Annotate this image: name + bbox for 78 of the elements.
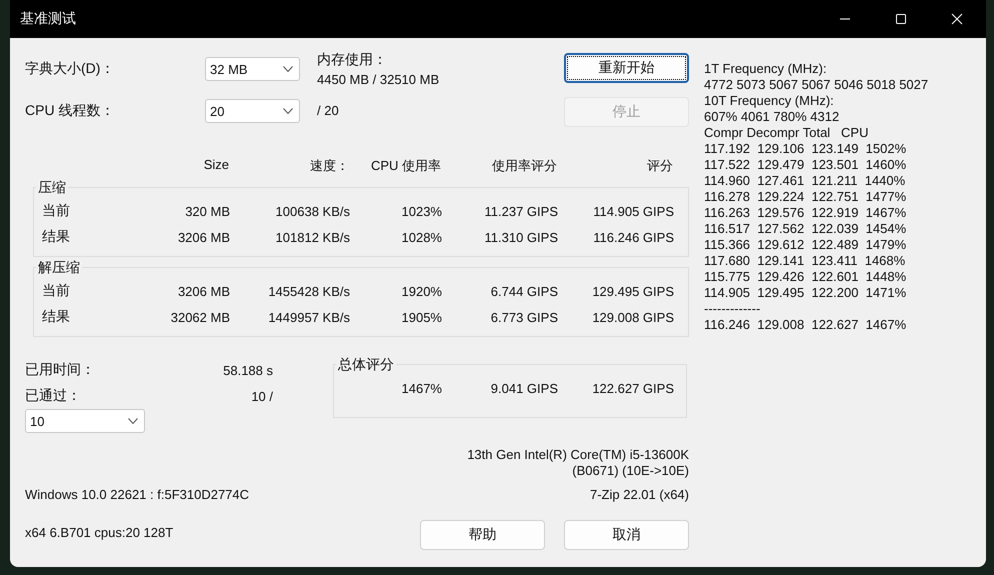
- dropdown[interactable]: 20: [205, 99, 300, 123]
- column-header: 使用率评分: [491, 157, 557, 175]
- log-line: 115.775 129.426 122.601 1448%: [704, 269, 908, 285]
- row-label: 结果: [41, 228, 71, 246]
- log-line: 114.905 129.495 122.200 1471%: [704, 285, 908, 301]
- dialog-button[interactable]: 帮助: [420, 520, 545, 550]
- log-line: 607% 4061 780% 4312: [704, 109, 840, 125]
- log-line: Compr Decompr Total CPU: [704, 125, 870, 141]
- memory-label: 内存使用：: [317, 51, 388, 69]
- system-info: Windows 10.0 22621 : f:5F310D2774C: [25, 487, 250, 502]
- column-header: 评分: [646, 157, 673, 175]
- dialog-button[interactable]: 取消: [564, 520, 689, 550]
- log-line: 1T Frequency (MHz):: [704, 61, 828, 77]
- log-line: 116.517 127.562 122.039 1454%: [704, 221, 908, 237]
- table-cell-text: 1449957 KB/s: [267, 310, 350, 324]
- table-cell-text: 3206 MB: [176, 284, 230, 298]
- window-title: 基准测试: [19, 10, 76, 28]
- setting-label: CPU 线程数：: [25, 101, 116, 120]
- table-cell-text: 1920%: [400, 284, 442, 298]
- column-header: 速度：: [309, 157, 349, 175]
- elapsed-label: 已用时间：: [25, 361, 95, 379]
- table-cell-text: 1905%: [400, 310, 442, 324]
- memory-value: 4450 MB / 32510 MB: [317, 72, 440, 87]
- table-cell-text: 101812 KB/s: [274, 230, 350, 244]
- table-cell-text: 1467%: [400, 381, 442, 396]
- threads-total: / 20: [317, 102, 339, 118]
- row-label: 当前: [41, 282, 71, 300]
- column-header: CPU 使用率: [370, 157, 441, 175]
- table-cell-text: 9.041 GIPS: [490, 381, 558, 396]
- dropdown[interactable]: 32 MB: [205, 57, 300, 81]
- setting-label: 字典大小(D)：: [25, 59, 116, 78]
- log-line: 4772 5073 5067 5067 5046 5018 5027: [704, 77, 928, 93]
- group-title: 解压缩: [36, 259, 82, 277]
- table-cell-text: 3206 MB: [176, 230, 230, 244]
- row-label: 结果: [41, 308, 71, 326]
- passes-label: 已通过：: [25, 387, 81, 405]
- table-cell-text: 100638 KB/s: [274, 204, 350, 218]
- version-info: 7-Zip 22.01 (x64): [590, 487, 689, 502]
- table-cell-text: 1023%: [400, 204, 442, 218]
- log-line: 117.680 129.141 123.411 1468%: [704, 253, 906, 269]
- log-line: 116.246 129.008 122.627 1467%: [704, 317, 908, 333]
- log-line: 117.522 129.479 123.501 1460%: [704, 157, 908, 173]
- row-label: 当前: [41, 202, 71, 220]
- table-cell-text: 114.905 GIPS: [592, 204, 674, 218]
- log-line: -------------: [704, 301, 762, 317]
- elapsed-value: 58.188 s: [223, 362, 273, 378]
- log-line: 117.192 129.106 123.149 1502%: [704, 141, 908, 157]
- table-cell-text: 129.495 GIPS: [591, 284, 674, 298]
- table-cell-text: 129.008 GIPS: [591, 310, 674, 324]
- column-header: Size: [202, 157, 229, 174]
- chevron-icon: [128, 418, 138, 424]
- log-line: 116.278 129.224 122.751 1477%: [704, 189, 908, 205]
- dropdown[interactable]: 10: [25, 409, 145, 433]
- table-cell-text: 320 MB: [184, 204, 230, 218]
- passes-value: 10 /: [251, 388, 273, 404]
- log-line: 115.366 129.612 122.489 1479%: [704, 237, 908, 253]
- chevron-icon: [283, 108, 293, 114]
- build-info: x64 6.B701 cpus:20 128T: [25, 524, 174, 540]
- action-button[interactable]: 重新开始: [564, 53, 689, 83]
- table-cell-text: 116.246 GIPS: [592, 230, 674, 244]
- table-cell-text: 11.310 GIPS: [484, 230, 558, 244]
- table-cell-text: 6.744 GIPS: [490, 284, 558, 298]
- chevron-icon: [283, 66, 293, 72]
- table-cell-text: 11.237 GIPS: [484, 204, 558, 218]
- close-icon[interactable]: [951, 13, 963, 25]
- maximize-icon[interactable]: [895, 13, 907, 25]
- log-line: 114.960 127.461 121.211 1440%: [704, 173, 906, 189]
- group-title: 总体评分: [336, 356, 396, 374]
- table-cell-text: 6.773 GIPS: [490, 310, 558, 324]
- table-cell-text: 122.627 GIPS: [591, 381, 674, 396]
- cpu-info: 13th Gen Intel(R) Core(TM) i5-13600K: [467, 447, 689, 463]
- cpu-info: (B0671) (10E->10E): [572, 463, 689, 479]
- table-cell-text: 1455428 KB/s: [267, 284, 350, 298]
- table-cell-text: 1028%: [400, 230, 442, 244]
- table-cell-text: 32062 MB: [170, 310, 230, 324]
- group-title: 压缩: [36, 179, 68, 197]
- log-line: 10T Frequency (MHz):: [704, 93, 835, 109]
- log-line: 116.263 129.576 122.919 1467%: [704, 205, 908, 221]
